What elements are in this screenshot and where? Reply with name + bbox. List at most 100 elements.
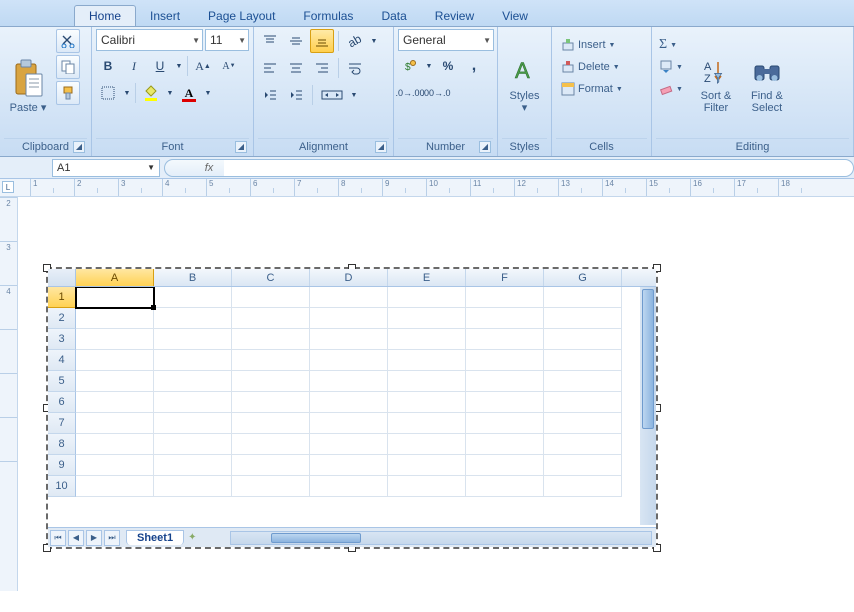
cell[interactable] xyxy=(76,287,154,308)
column-header[interactable]: D xyxy=(310,269,388,286)
orientation-button[interactable]: ab xyxy=(343,29,367,53)
borders-button[interactable] xyxy=(96,81,120,105)
sort-filter-button[interactable]: AZ Sort & Filter xyxy=(692,29,740,117)
formula-bar[interactable] xyxy=(224,159,854,177)
cell[interactable] xyxy=(154,413,232,434)
clipboard-launcher[interactable]: ◢ xyxy=(73,141,85,153)
cut-button[interactable] xyxy=(56,29,80,53)
italic-button[interactable]: I xyxy=(122,54,146,78)
row-header[interactable]: 6 xyxy=(48,392,76,413)
row-header[interactable]: 8 xyxy=(48,434,76,455)
cell[interactable] xyxy=(154,476,232,497)
row-header[interactable]: 5 xyxy=(48,371,76,392)
row-header[interactable]: 3 xyxy=(48,329,76,350)
font-launcher[interactable]: ◢ xyxy=(235,141,247,153)
cell[interactable] xyxy=(388,350,466,371)
row-header[interactable]: 9 xyxy=(48,455,76,476)
align-left-button[interactable] xyxy=(258,56,282,80)
cell[interactable] xyxy=(232,287,310,308)
delete-cells-button[interactable]: Delete ▼ xyxy=(556,57,628,77)
cell[interactable] xyxy=(544,308,622,329)
cell[interactable] xyxy=(544,329,622,350)
decrease-indent-button[interactable] xyxy=(258,83,282,107)
cell[interactable] xyxy=(310,350,388,371)
sheet-tab[interactable]: Sheet1 xyxy=(126,530,184,545)
align-right-button[interactable] xyxy=(310,56,334,80)
vertical-scrollbar[interactable] xyxy=(640,287,656,525)
underline-button[interactable]: U xyxy=(148,54,172,78)
merge-center-button[interactable] xyxy=(317,83,347,107)
cell[interactable] xyxy=(310,476,388,497)
cell[interactable] xyxy=(310,371,388,392)
cell[interactable] xyxy=(388,287,466,308)
row-header[interactable]: 7 xyxy=(48,413,76,434)
tab-view[interactable]: View xyxy=(488,6,542,26)
increase-indent-button[interactable] xyxy=(284,83,308,107)
cell[interactable] xyxy=(388,308,466,329)
fill-color-button[interactable] xyxy=(139,81,163,105)
insert-cells-button[interactable]: Insert ▼ xyxy=(556,35,628,55)
cell[interactable] xyxy=(310,413,388,434)
alignment-launcher[interactable]: ◢ xyxy=(375,141,387,153)
align-middle-button[interactable] xyxy=(284,29,308,53)
decrease-decimal-button[interactable]: .00→.0 xyxy=(424,81,448,105)
styles-button[interactable]: A Styles▾ xyxy=(502,29,547,117)
fill-color-dropdown[interactable]: ▼ xyxy=(165,81,175,105)
cell[interactable] xyxy=(544,287,622,308)
row-header[interactable]: 4 xyxy=(48,350,76,371)
grow-font-button[interactable]: A▲ xyxy=(191,54,215,78)
new-sheet-button[interactable]: ✦ xyxy=(188,532,196,543)
cell[interactable] xyxy=(76,371,154,392)
cell[interactable] xyxy=(310,308,388,329)
name-box[interactable]: A1▼ xyxy=(52,159,160,177)
cell[interactable] xyxy=(388,413,466,434)
font-color-button[interactable]: A xyxy=(177,81,201,105)
borders-dropdown[interactable]: ▼ xyxy=(122,81,132,105)
number-launcher[interactable]: ◢ xyxy=(479,141,491,153)
cell[interactable] xyxy=(544,455,622,476)
align-center-button[interactable] xyxy=(284,56,308,80)
cell[interactable] xyxy=(544,434,622,455)
cell[interactable] xyxy=(310,392,388,413)
cell[interactable] xyxy=(232,371,310,392)
tab-insert[interactable]: Insert xyxy=(136,6,194,26)
cell[interactable] xyxy=(388,455,466,476)
cell[interactable] xyxy=(310,329,388,350)
percent-button[interactable]: % xyxy=(436,54,460,78)
cell[interactable] xyxy=(310,434,388,455)
cell[interactable] xyxy=(76,413,154,434)
cell[interactable] xyxy=(76,350,154,371)
cell[interactable] xyxy=(76,455,154,476)
cell[interactable] xyxy=(76,392,154,413)
sheet-nav-last[interactable]: ⏭ xyxy=(104,530,120,546)
sheet-nav-prev[interactable]: ◀ xyxy=(68,530,84,546)
orientation-dropdown[interactable]: ▼ xyxy=(369,29,379,53)
increase-decimal-button[interactable]: .0→.00 xyxy=(398,81,422,105)
cell[interactable] xyxy=(232,308,310,329)
cell[interactable] xyxy=(310,455,388,476)
font-color-dropdown[interactable]: ▼ xyxy=(203,81,213,105)
format-cells-button[interactable]: Format ▼ xyxy=(556,79,628,99)
cell[interactable] xyxy=(466,392,544,413)
cell[interactable] xyxy=(466,434,544,455)
cell[interactable] xyxy=(232,434,310,455)
find-select-button[interactable]: Find & Select xyxy=(742,29,792,117)
clear-button[interactable]: ▼ xyxy=(656,79,686,99)
row-header[interactable]: 10 xyxy=(48,476,76,497)
cell[interactable] xyxy=(76,308,154,329)
cell[interactable] xyxy=(466,455,544,476)
cell[interactable] xyxy=(154,329,232,350)
paste-button[interactable]: Paste ▾ xyxy=(4,29,52,117)
sheet-nav-next[interactable]: ▶ xyxy=(86,530,102,546)
column-header[interactable]: B xyxy=(154,269,232,286)
format-painter-button[interactable] xyxy=(56,81,80,105)
tab-home[interactable]: Home xyxy=(74,5,136,26)
fx-label[interactable]: fx xyxy=(194,162,224,174)
cell[interactable] xyxy=(466,350,544,371)
cell[interactable] xyxy=(76,329,154,350)
cell[interactable] xyxy=(544,413,622,434)
cell[interactable] xyxy=(154,308,232,329)
merge-dropdown[interactable]: ▼ xyxy=(349,83,359,107)
sheet-nav-first[interactable]: ⏮ xyxy=(50,530,66,546)
cell[interactable] xyxy=(466,413,544,434)
